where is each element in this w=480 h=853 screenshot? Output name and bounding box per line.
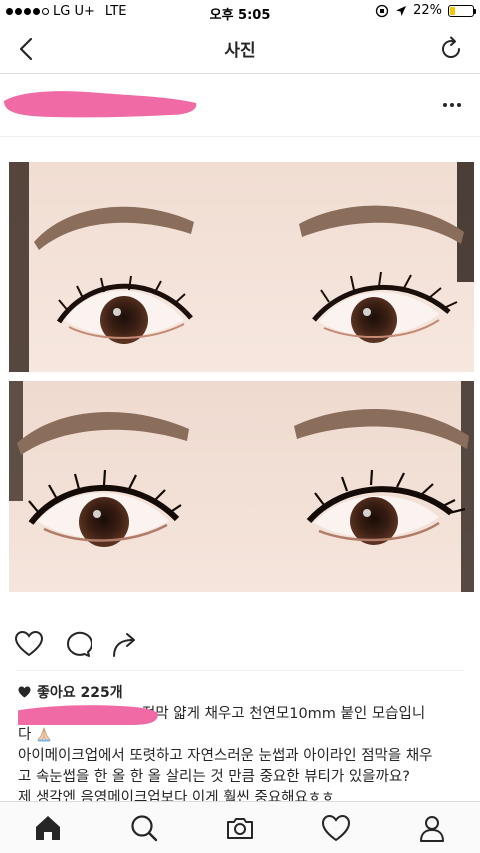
battery-icon	[448, 4, 476, 17]
actions-divider	[16, 670, 464, 671]
heart-filled-icon	[18, 686, 31, 698]
profile-icon[interactable]	[417, 813, 447, 843]
praying-hands-icon	[37, 726, 51, 742]
orientation-lock-icon	[375, 4, 389, 17]
share-arrow-icon[interactable]	[110, 630, 140, 658]
likes-label: 좋아요 225개	[37, 685, 123, 701]
more-dots-icon[interactable]	[442, 101, 462, 109]
post-header	[0, 75, 480, 137]
home-icon[interactable]	[33, 813, 63, 843]
post-caption: 점막 얇게 채우고 천연모10mm 붙인 모습입니 다 아이메이크업에서 또렷하…	[18, 704, 468, 809]
location-arrow-icon	[396, 5, 407, 16]
caption-line-1: 점막 얇게 채우고 천연모10mm 붙인 모습입니	[142, 706, 426, 722]
activity-heart-icon[interactable]	[321, 813, 351, 843]
heart-outline-icon[interactable]	[14, 630, 44, 658]
page-title: 사진	[224, 41, 256, 61]
battery-percent: 22%	[413, 3, 442, 18]
refresh-icon[interactable]	[438, 36, 464, 62]
likes-count[interactable]: 좋아요 225개	[18, 682, 123, 702]
caption-username-redaction	[18, 705, 158, 725]
bottom-tab-bar	[0, 801, 480, 853]
caption-line-2: 다	[18, 727, 32, 743]
username-redaction	[4, 91, 197, 118]
eye-photo-before	[9, 162, 474, 372]
status-bar: LG U+ LTE 오후 5:05 22%	[0, 0, 480, 24]
search-icon[interactable]	[129, 813, 159, 843]
camera-icon[interactable]	[225, 813, 255, 843]
post-actions	[0, 618, 480, 670]
caption-line-3: 아이메이크업에서 또렷하고 자연스러운 눈썹과 아이라인 점막을 채우	[18, 748, 433, 764]
caption-line-4: 고 속눈썹을 한 올 한 올 살리는 것 만큼 중요한 뷰티가 있을까요?	[18, 769, 410, 785]
post-photo[interactable]	[0, 137, 480, 617]
eye-photo-after	[9, 381, 474, 592]
navigation-bar: 사진	[0, 24, 480, 74]
comment-bubble-icon[interactable]	[62, 630, 92, 658]
